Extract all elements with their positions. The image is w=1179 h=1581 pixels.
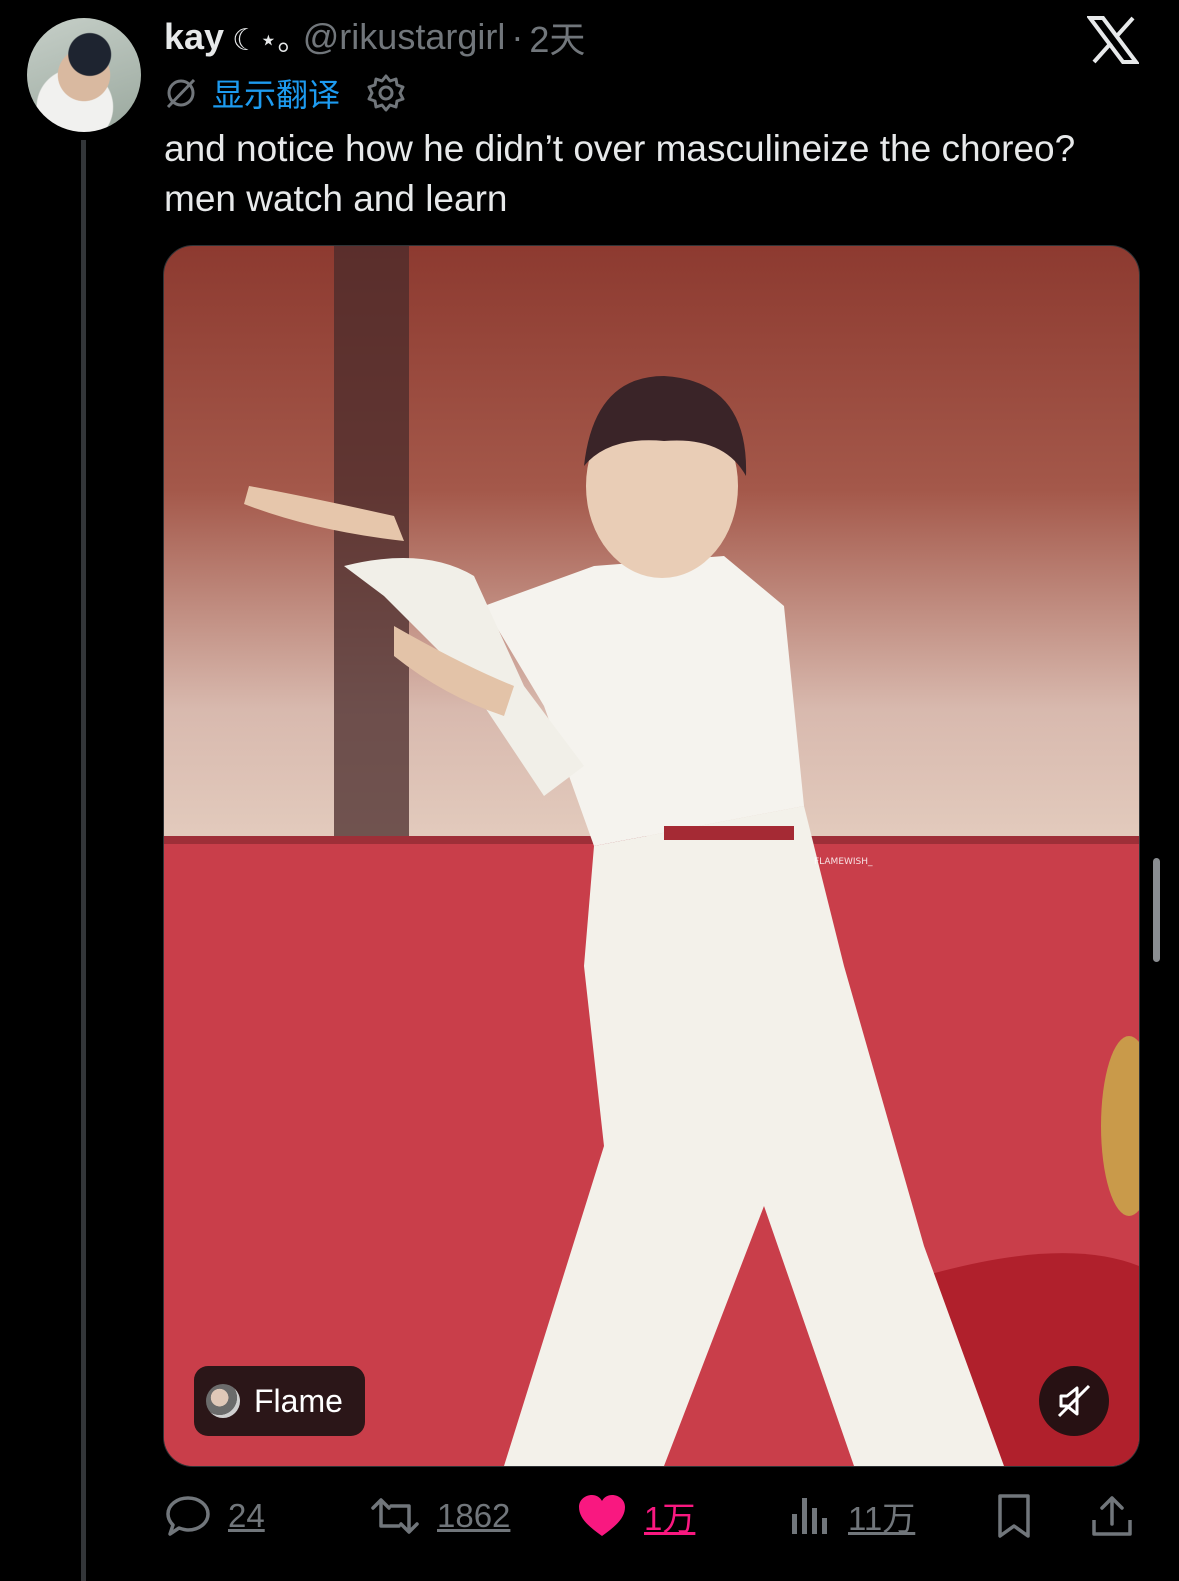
translate-row: 显示翻译 — [164, 70, 406, 116]
repost-count: 1862 — [437, 1497, 511, 1534]
show-translation-link[interactable]: 显示翻译 — [212, 70, 340, 116]
bookmark-icon — [998, 1494, 1030, 1538]
mute-button[interactable] — [1039, 1366, 1109, 1436]
reply-button[interactable]: 24 — [164, 1486, 265, 1546]
share-icon — [1092, 1496, 1132, 1536]
thread-line — [81, 140, 86, 1581]
like-button[interactable]: 1万 — [576, 1486, 695, 1546]
author-handle[interactable]: @rikustargirl — [303, 16, 506, 58]
reply-count: 24 — [228, 1497, 265, 1534]
bookmark-button[interactable] — [992, 1486, 1036, 1546]
gear-icon[interactable] — [366, 73, 406, 113]
share-button[interactable] — [1090, 1486, 1134, 1546]
video-frame: FLAMEWISH_ — [164, 246, 1139, 1466]
like-icon — [579, 1495, 625, 1536]
reply-icon — [166, 1496, 210, 1536]
tweet-text: and notice how he didn’t over masculinei… — [164, 128, 1076, 219]
repost-icon — [371, 1498, 419, 1534]
video-source-chip[interactable]: Flame — [194, 1366, 365, 1436]
scrollbar-thumb[interactable] — [1153, 858, 1160, 962]
views-button[interactable]: 11万 — [788, 1486, 915, 1546]
repost-button[interactable]: 1862 — [369, 1486, 510, 1546]
views-count: 11万 — [848, 1500, 916, 1537]
source-label: Flame — [254, 1382, 343, 1419]
action-bar: 24 1862 1万 11万 — [164, 1486, 1144, 1546]
avatar[interactable] — [27, 18, 141, 132]
x-logo-icon[interactable] — [1087, 16, 1139, 64]
views-icon — [792, 1498, 827, 1534]
tweet-header: kay ☾⋆｡ @rikustargirl · 2天 — [164, 12, 585, 62]
video-watermark: FLAMEWISH_ — [814, 857, 873, 867]
timestamp[interactable]: 2天 — [529, 11, 585, 63]
like-count: 1万 — [644, 1500, 696, 1537]
mute-icon — [1057, 1384, 1091, 1418]
tweet: kay ☾⋆｡ @rikustargirl · 2天 显示翻译 and noti… — [0, 0, 1179, 1581]
source-avatar — [206, 1384, 240, 1418]
separator-dot: · — [511, 16, 524, 57]
video-player[interactable]: FLAMEWISH_ Flame — [163, 245, 1140, 1467]
author-name[interactable]: kay — [164, 16, 224, 58]
author-name-decoration: ☾⋆｡ — [232, 24, 293, 57]
translate-icon — [166, 78, 196, 109]
